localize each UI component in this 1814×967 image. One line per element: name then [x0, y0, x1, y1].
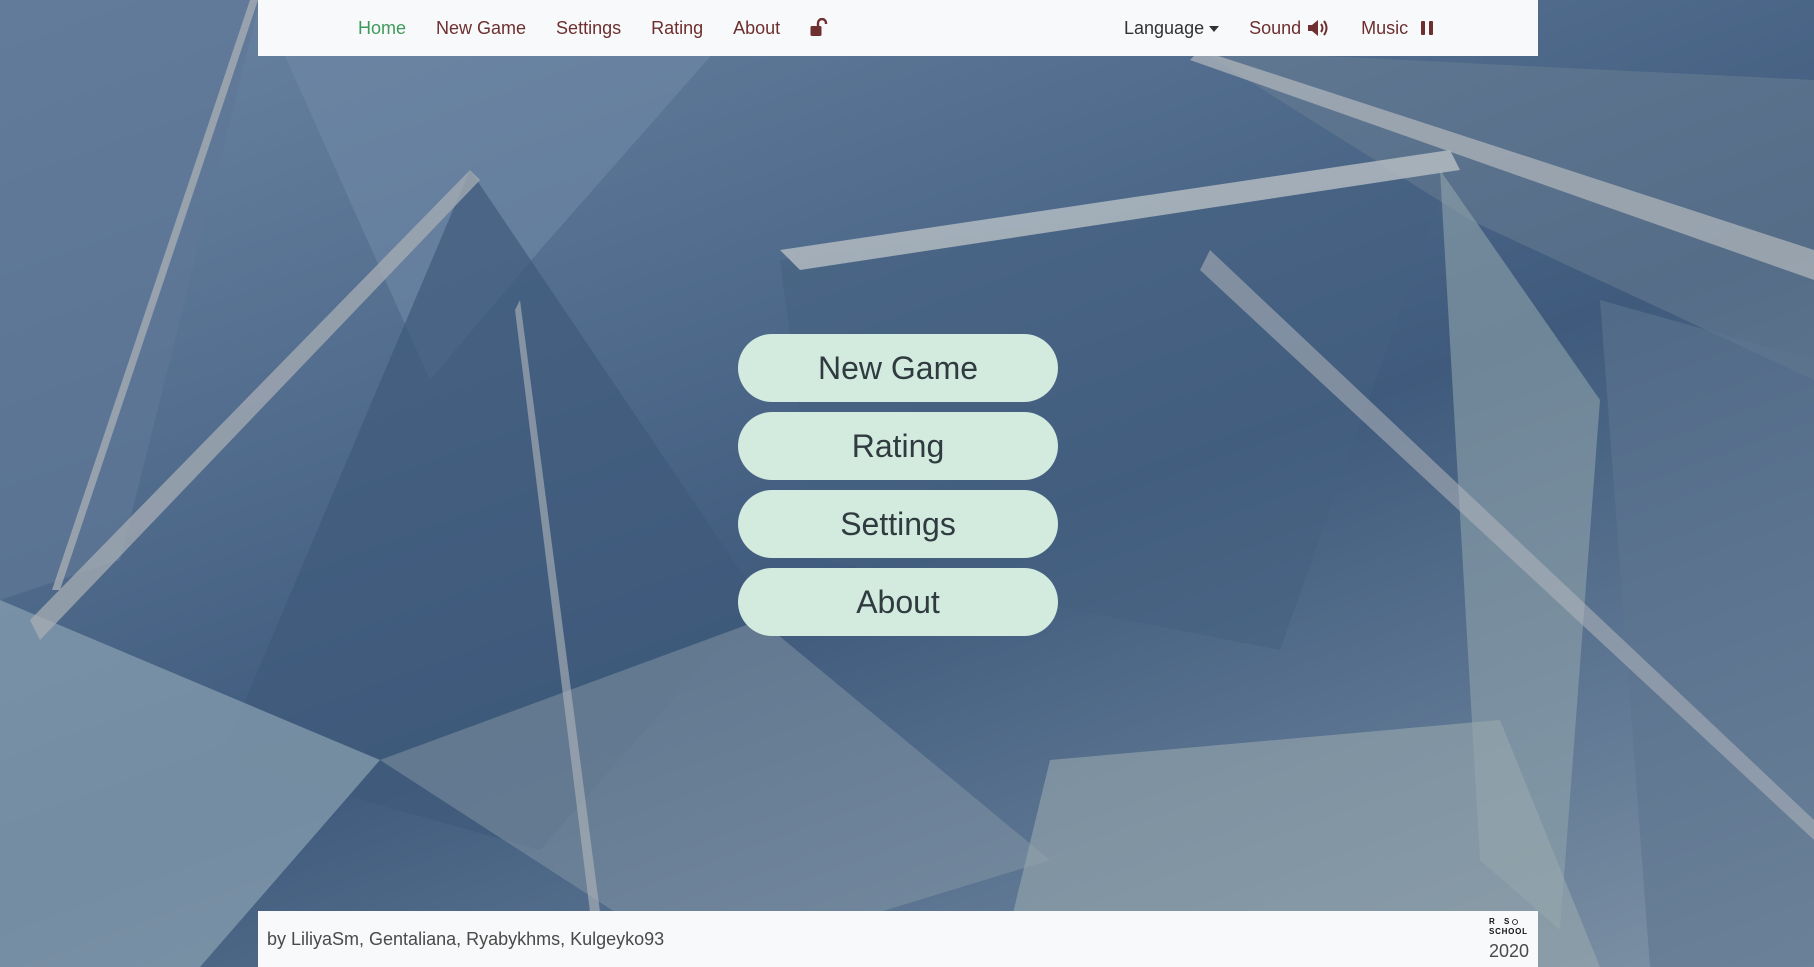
svg-text:S: S	[1504, 917, 1510, 926]
sound-label: Sound	[1249, 17, 1302, 38]
nav-right-group: Language Sound Music	[1124, 0, 1464, 56]
music-label: Music	[1361, 17, 1409, 38]
top-navbar: Home New Game Settings Rating About Lang…	[258, 0, 1538, 56]
music-toggle[interactable]: Music	[1361, 18, 1434, 39]
pause-icon	[1420, 20, 1434, 36]
lock-toggle-button[interactable]	[810, 18, 828, 38]
caret-down-icon	[1209, 26, 1220, 32]
new-game-button[interactable]: New Game	[738, 334, 1058, 402]
language-label: Language	[1124, 17, 1205, 38]
nav-settings-link[interactable]: Settings	[556, 18, 621, 39]
rating-button[interactable]: Rating	[738, 412, 1058, 480]
svg-text:SCHOOL: SCHOOL	[1489, 927, 1527, 936]
rs-school-logo[interactable]: R S SCHOOL	[1488, 916, 1528, 936]
svg-text:R: R	[1489, 917, 1495, 926]
settings-button[interactable]: Settings	[738, 490, 1058, 558]
main-menu: New Game Rating Settings About	[738, 334, 1058, 646]
footer-authors: by LiliyaSm, Gentaliana, Ryabykhms, Kulg…	[267, 929, 665, 949]
language-dropdown[interactable]: Language	[1124, 17, 1220, 39]
speaker-icon	[1307, 18, 1331, 38]
footer-year: 2020	[1488, 941, 1529, 961]
unlock-icon	[810, 18, 828, 36]
nav-rating-link[interactable]: Rating	[651, 18, 703, 39]
nav-home-link[interactable]: Home	[358, 18, 406, 39]
nav-new-game-link[interactable]: New Game	[436, 18, 526, 39]
nav-about-link[interactable]: About	[733, 18, 780, 39]
about-button[interactable]: About	[738, 568, 1058, 636]
footer: by LiliyaSm, Gentaliana, Ryabykhms, Kulg…	[258, 911, 1538, 967]
nav-left-group: Home New Game Settings Rating About	[358, 0, 858, 56]
sound-toggle[interactable]: Sound	[1249, 18, 1331, 39]
